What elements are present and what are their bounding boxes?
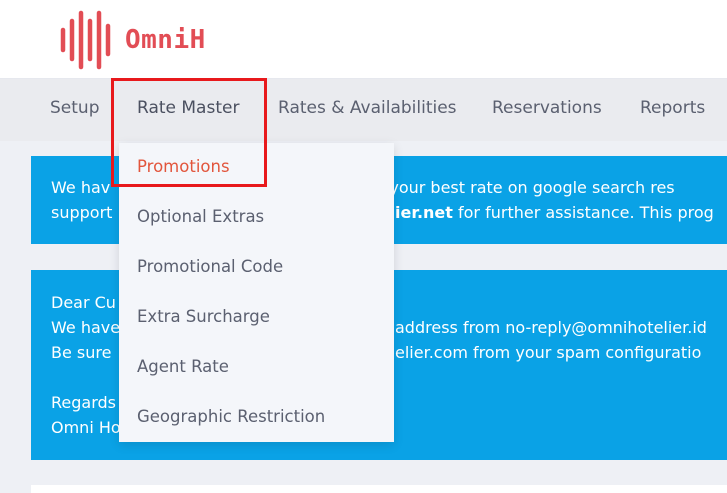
brand-name: OmniH bbox=[125, 25, 206, 55]
content-card bbox=[31, 485, 727, 493]
nav-reports[interactable]: Reports bbox=[640, 98, 705, 118]
menu-item-extra-surcharge[interactable]: Extra Surcharge bbox=[137, 307, 270, 326]
notice1-line2-right: ier.net for further assistance. This pro… bbox=[395, 200, 714, 225]
top-nav: Setup Rate Master Rates & Availabilities… bbox=[0, 79, 727, 141]
menu-item-geographic-restriction[interactable]: Geographic Restriction bbox=[137, 407, 325, 426]
notice2-line3-left: Be sure bbox=[51, 343, 112, 362]
nav-reservations[interactable]: Reservations bbox=[492, 98, 602, 118]
logo-bars-icon bbox=[60, 10, 111, 70]
brand-logo[interactable]: OmniH bbox=[60, 10, 206, 70]
menu-item-agent-rate[interactable]: Agent Rate bbox=[137, 357, 229, 376]
menu-item-promotional-code[interactable]: Promotional Code bbox=[137, 257, 283, 276]
notice1-line2-left: support bbox=[51, 203, 113, 222]
menu-item-promotions[interactable]: Promotions bbox=[137, 157, 230, 176]
notice2-signature: Omni Ho bbox=[51, 418, 121, 437]
notice2-regards: Regards bbox=[51, 393, 116, 412]
notice2-line3-right: elier.com from your spam configuratio bbox=[395, 343, 702, 362]
notice2-line2-left: We have bbox=[51, 318, 121, 337]
notice1-line2-rest: for further assistance. This prog bbox=[452, 203, 714, 222]
nav-rate-master[interactable]: Rate Master bbox=[137, 98, 239, 118]
notice2-line2-right: address from no-reply@omnihotelier.id bbox=[395, 318, 707, 337]
nav-setup[interactable]: Setup bbox=[50, 98, 99, 118]
notice2-greeting: Dear Cu bbox=[51, 293, 116, 312]
notice1-line1-left: We hav bbox=[51, 178, 111, 197]
nav-rates-availabilities[interactable]: Rates & Availabilities bbox=[278, 98, 457, 118]
menu-item-optional-extras[interactable]: Optional Extras bbox=[137, 207, 264, 226]
header: OmniH bbox=[0, 0, 727, 79]
support-email-link[interactable]: ier.net bbox=[395, 203, 453, 222]
rate-master-dropdown: Promotions Optional Extras Promotional C… bbox=[119, 143, 394, 442]
notice1-line1-right: ay your best rate on google search res bbox=[365, 178, 675, 197]
